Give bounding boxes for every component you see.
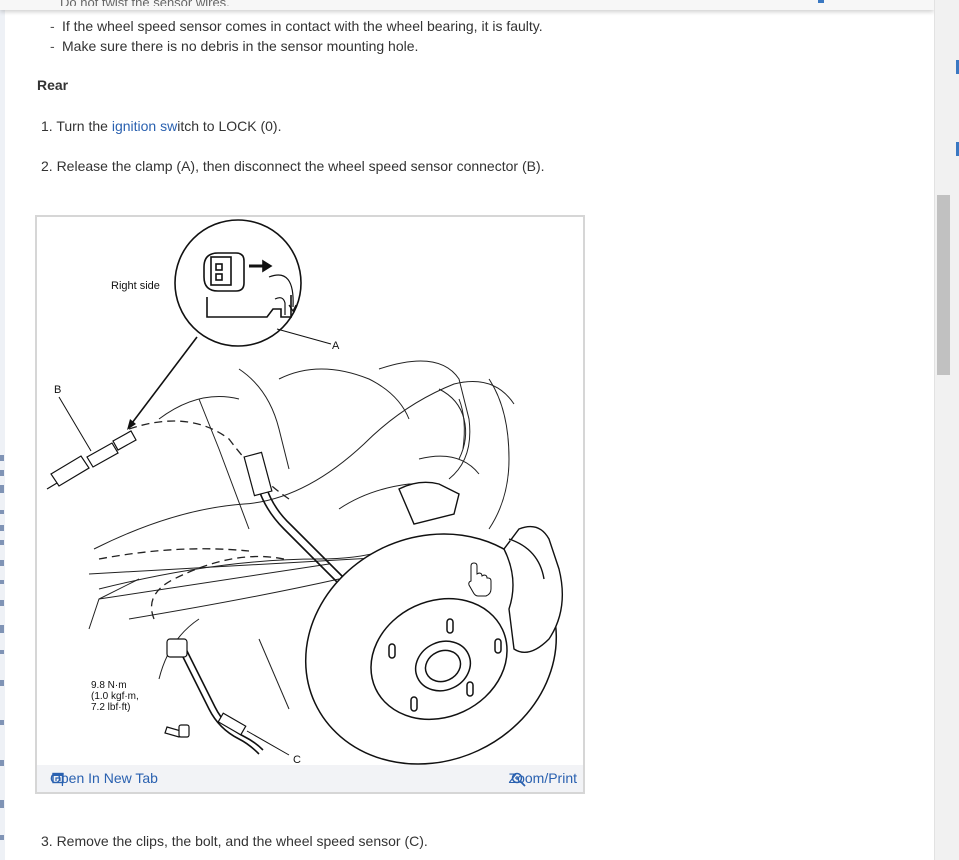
notes-list: - If the wheel speed sensor comes in cont… <box>50 16 543 56</box>
procedure-figure: Right side A B C 9.8 N·m (1.0 kgf·m, 7.2… <box>35 215 585 794</box>
note-item: - Make sure there is no debris in the sen… <box>50 38 419 54</box>
rear-wheel-sensor-diagram: Right side A B C 9.8 N·m (1.0 kgf·m, 7.2… <box>46 219 564 766</box>
label-a: A <box>332 340 340 352</box>
open-tab-icon <box>52 772 64 784</box>
zoom-print-button[interactable]: Zoom/Print <box>509 770 577 787</box>
section-title-rear: Rear <box>37 77 69 93</box>
top-panel-edge: Do not twist the sensor wires. <box>0 0 934 10</box>
clamp-detail-inset <box>174 219 302 347</box>
torque-value: 9.8 N·m <box>91 680 127 691</box>
label-b: B <box>54 384 61 396</box>
vertical-scrollbar[interactable] <box>934 0 959 860</box>
scrollbar-thumb[interactable] <box>937 195 950 375</box>
ignition-switch-link[interactable]: ignition sw <box>112 118 177 134</box>
svg-text:(1.0 kgf·m,: (1.0 kgf·m, <box>91 691 139 702</box>
step-2: 2. Release the clamp (A), then disconnec… <box>41 158 545 174</box>
zoom-icon <box>511 772 526 787</box>
left-edge-stripe <box>0 0 5 860</box>
right-side-label: Right side <box>111 280 160 292</box>
cut-off-note: Do not twist the sensor wires. <box>60 0 230 6</box>
step-1: 1. Turn the ignition switch to LOCK (0). <box>41 118 282 134</box>
step-3: 3. Remove the clips, the bolt, and the w… <box>41 833 428 849</box>
open-in-new-tab-button[interactable]: Open In New Tab <box>50 770 158 786</box>
figure-action-bar: Open In New Tab Zoom/Print <box>37 765 583 792</box>
svg-text:7.2 lbf·ft): 7.2 lbf·ft) <box>91 702 130 713</box>
note-item: - If the wheel speed sensor comes in cont… <box>50 18 543 34</box>
